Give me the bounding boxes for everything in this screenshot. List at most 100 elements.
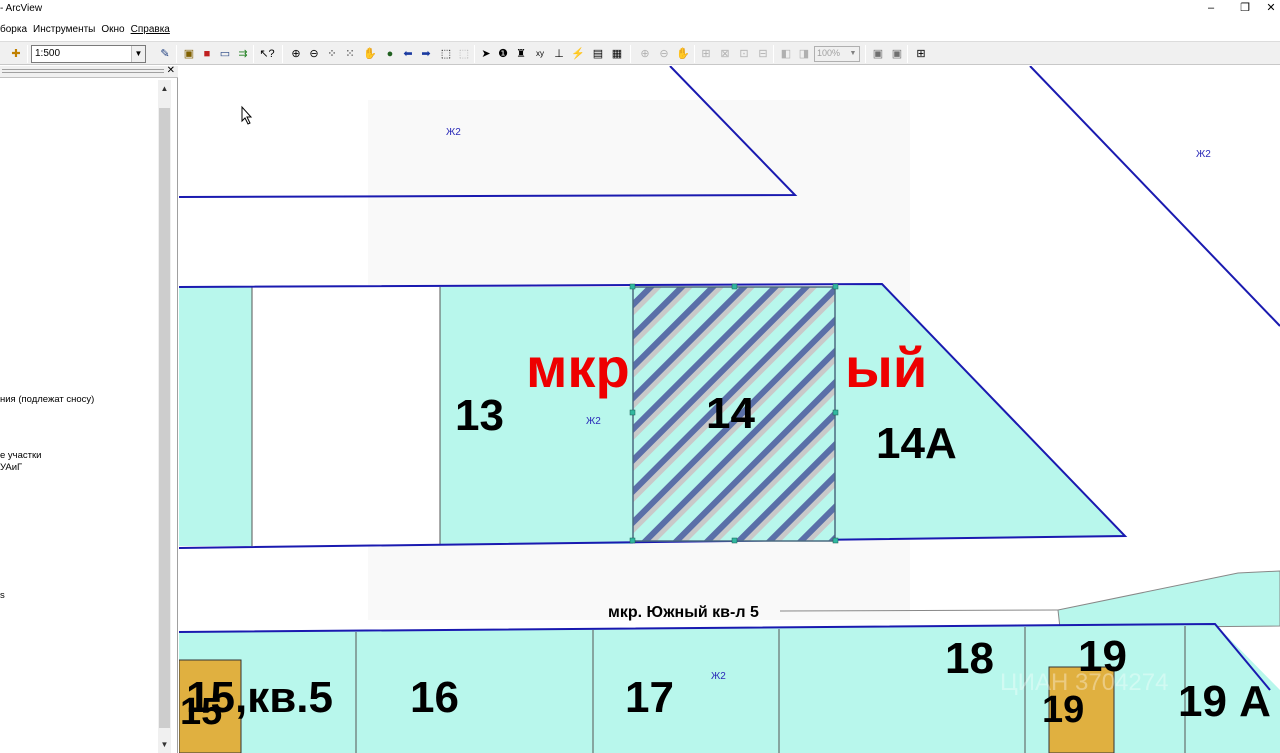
title-bar: - ArcView – ❐ ✕ bbox=[0, 0, 1280, 20]
street-label: мкр. Южный кв-л 5 bbox=[608, 604, 759, 621]
zoom-out-icon[interactable]: ⊖ bbox=[306, 46, 322, 62]
layout-pan-icon[interactable]: ✋ bbox=[675, 46, 691, 62]
previous-extent-icon[interactable]: ◧ bbox=[778, 46, 794, 62]
toc-item-uaig[interactable]: УАиГ bbox=[0, 462, 22, 473]
toolbar-separator bbox=[282, 45, 283, 63]
minimize-button[interactable]: – bbox=[1196, 0, 1226, 18]
plot-14a-area[interactable] bbox=[835, 284, 1125, 540]
back-icon[interactable]: ⬅ bbox=[400, 46, 416, 62]
select-features-icon[interactable]: ⬚ bbox=[438, 46, 454, 62]
plot-number: 17 bbox=[625, 673, 674, 722]
zoom-in-icon[interactable]: ⊕ bbox=[288, 46, 304, 62]
add-data-icon[interactable]: ✚ bbox=[8, 46, 24, 62]
toolbar-separator bbox=[176, 45, 177, 63]
chevron-down-icon[interactable]: ▼ bbox=[847, 47, 859, 61]
toolbar-separator bbox=[27, 45, 28, 63]
layout-zoom-select[interactable]: 100% ▼ bbox=[814, 46, 860, 62]
zone-label: Ж2 bbox=[1196, 149, 1211, 160]
mouse-cursor-icon bbox=[241, 105, 253, 125]
go-to-xy-icon[interactable]: xy bbox=[532, 46, 548, 62]
menu-window[interactable]: Окно bbox=[101, 22, 128, 40]
toolbar-separator bbox=[865, 45, 866, 63]
toc-item-s[interactable]: s bbox=[0, 590, 5, 601]
hyperlink-icon[interactable]: ⚡ bbox=[570, 46, 586, 62]
scale-value: 1:500 bbox=[35, 48, 61, 59]
plot-number: 13 bbox=[455, 391, 504, 440]
menu-tools[interactable]: Инструменты bbox=[33, 22, 99, 40]
toc-item-plots[interactable]: е участки bbox=[0, 450, 41, 461]
plot-number: 18 bbox=[945, 634, 994, 683]
identify-icon[interactable]: ❶ bbox=[495, 46, 511, 62]
plot-number: 16 bbox=[410, 673, 459, 722]
model-builder-icon[interactable]: ⇉ bbox=[235, 46, 251, 62]
toolbar-separator bbox=[474, 45, 475, 63]
measure-icon[interactable]: ⊥ bbox=[551, 46, 567, 62]
change-layout-icon[interactable]: ⊞ bbox=[913, 46, 929, 62]
road-boundary bbox=[1029, 66, 1280, 327]
toolbar-separator bbox=[773, 45, 774, 63]
table-of-contents: ✕ - ния (подлежат сносу) е участки УАиГ … bbox=[0, 65, 178, 753]
find-icon[interactable]: ♜ bbox=[513, 46, 529, 62]
toggle-draft-mode-icon[interactable]: ▣ bbox=[870, 46, 886, 62]
plot-area[interactable] bbox=[1057, 570, 1280, 629]
layout-zoom-value: 100% bbox=[817, 48, 841, 58]
pan-icon[interactable]: ✋ bbox=[362, 46, 378, 62]
editor-icon[interactable]: ✎ bbox=[157, 46, 173, 62]
layout-fixed-zoom-out-icon[interactable]: ⊠ bbox=[717, 46, 733, 62]
plot-area[interactable] bbox=[252, 287, 440, 546]
toolbar-separator bbox=[630, 45, 631, 63]
next-extent-icon[interactable]: ◨ bbox=[796, 46, 812, 62]
toolbar-separator bbox=[253, 45, 254, 63]
zone-label: Ж2 bbox=[711, 671, 726, 682]
catalog-icon[interactable]: ▣ bbox=[181, 46, 197, 62]
plot-number: 14А bbox=[876, 419, 957, 468]
full-extent-icon[interactable]: ● bbox=[382, 46, 398, 62]
building-number: 15 bbox=[180, 691, 222, 733]
plot-area[interactable] bbox=[179, 287, 252, 546]
close-button[interactable]: ✕ bbox=[1262, 0, 1280, 18]
scroll-thumb[interactable] bbox=[159, 108, 170, 728]
layout-fixed-zoom-in-icon[interactable]: ⊞ bbox=[698, 46, 714, 62]
restore-button[interactable]: ❐ bbox=[1230, 0, 1260, 18]
window-title: - ArcView bbox=[0, 3, 43, 14]
clear-selection-icon[interactable]: ⬚ bbox=[456, 46, 472, 62]
fixed-zoom-in-icon[interactable]: ⁘ bbox=[324, 46, 340, 62]
district-label-left: мкр bbox=[526, 336, 630, 399]
time-slider-icon[interactable]: ▦ bbox=[609, 46, 625, 62]
menu-bar: борка Инструменты Окно Справка bbox=[0, 22, 1280, 40]
zone-label: Ж2 bbox=[446, 127, 461, 138]
watermark: ЦИАН 3704274 bbox=[1000, 669, 1168, 696]
scale-select[interactable]: 1:500 ▼ bbox=[31, 45, 146, 63]
toolbox-icon[interactable]: ■ bbox=[199, 46, 215, 62]
toc-header: ✕ bbox=[0, 65, 178, 78]
chevron-down-icon[interactable]: ▼ bbox=[131, 46, 145, 62]
fixed-zoom-out-icon[interactable]: ⁙ bbox=[342, 46, 358, 62]
toc-item-demolition[interactable]: ния (подлежат сносу) bbox=[0, 394, 94, 405]
select-elements-icon[interactable]: ➤ bbox=[478, 46, 494, 62]
menu-help[interactable]: Справка bbox=[131, 22, 174, 40]
whats-this-icon[interactable]: ↖? bbox=[259, 46, 275, 62]
scroll-up-icon[interactable]: ▲ bbox=[158, 82, 171, 96]
toc-scrollbar[interactable]: ▲ ▼ bbox=[158, 80, 171, 753]
close-icon[interactable]: ✕ bbox=[167, 65, 175, 76]
focus-data-frame-icon[interactable]: ▣ bbox=[889, 46, 905, 62]
plot-number: 19 А bbox=[1178, 677, 1271, 726]
html-popup-icon[interactable]: ▤ bbox=[590, 46, 606, 62]
zone-label: Ж2 bbox=[586, 416, 601, 427]
map-view[interactable]: Ж2 Ж2 Ж2 Ж2 мкр ый 13 14 14А 15,кв.5 15 … bbox=[179, 66, 1280, 753]
layout-zoom-out-icon[interactable]: ⊖ bbox=[656, 46, 672, 62]
zoom-whole-page-icon[interactable]: ⊡ bbox=[736, 46, 752, 62]
command-line-icon[interactable]: ▭ bbox=[217, 46, 233, 62]
map-canvas[interactable]: Ж2 Ж2 Ж2 Ж2 мкр ый 13 14 14А 15,кв.5 15 … bbox=[179, 66, 1280, 753]
toolbar-separator bbox=[694, 45, 695, 63]
zoom-100-icon[interactable]: ⊟ bbox=[755, 46, 771, 62]
layout-zoom-in-icon[interactable]: ⊕ bbox=[637, 46, 653, 62]
plot-number: 14 bbox=[706, 389, 755, 438]
scroll-down-icon[interactable]: ▼ bbox=[158, 738, 171, 752]
toc-grip[interactable] bbox=[2, 69, 164, 73]
menu-selection[interactable]: борка bbox=[0, 22, 31, 40]
toolbar-separator bbox=[907, 45, 908, 63]
forward-icon[interactable]: ➡ bbox=[418, 46, 434, 62]
toolbar: ✚ 1:500 ▼ ✎ ▣ ■ ▭ ⇉ ↖? ⊕ ⊖ ⁘ ⁙ ✋ ● ⬅ ➡ ⬚… bbox=[0, 41, 1280, 65]
district-label-right: ый bbox=[845, 336, 927, 399]
